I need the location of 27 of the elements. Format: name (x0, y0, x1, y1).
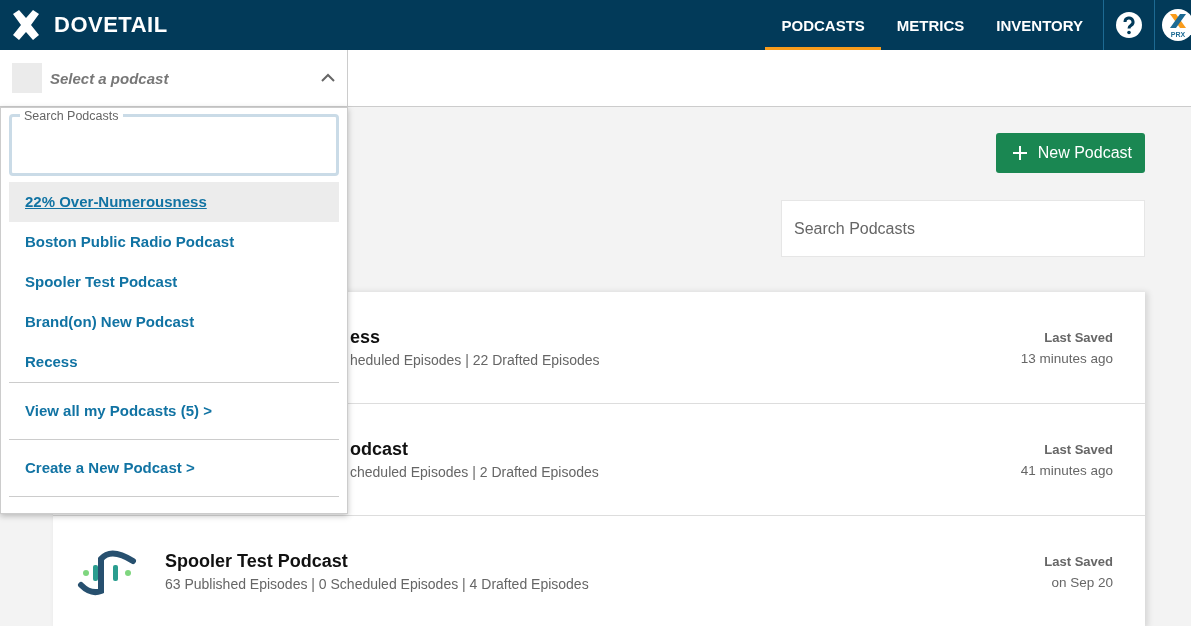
nav-tab[interactable]: INVENTORY (980, 0, 1099, 50)
plus-icon (1011, 145, 1028, 161)
last-saved-time: 41 minutes ago (1020, 462, 1113, 478)
last-saved-label: Last Saved (1044, 441, 1113, 457)
episode-counts: 63 Published Episodes | 0 Scheduled Episodes | 4 Drafted Episodes (165, 576, 590, 592)
help-icon[interactable] (1115, 11, 1143, 39)
logo-icon (10, 9, 42, 41)
last-saved-time: 13 minutes ago (1020, 350, 1113, 366)
episode-counts: cheduled Episodes | 2 Drafted Episodes (350, 464, 600, 480)
podcast-title: Spooler Test Podcast (165, 551, 349, 572)
search-field[interactable]: Search Podcasts (781, 200, 1145, 257)
podcast-card[interactable]: Spooler Test Podcast 63 Published Episodes | 0 Scheduled Episodes | 4 Drafted Episodes Last Saved on Sep 20 (53, 516, 1145, 626)
last-saved-label: Last Saved (1044, 553, 1113, 569)
menu-link[interactable]: View all my Podcasts (5) > (9, 382, 339, 439)
new-podcast-button[interactable]: New Podcast (995, 133, 1145, 173)
last-saved-label: Last Saved (1044, 329, 1113, 345)
field-label: Search Podcasts (20, 109, 123, 123)
podcast-menu-item[interactable]: Boston Public Radio Podcast (9, 222, 339, 262)
podcast-menu-item[interactable]: 22% Over-Numerousness (9, 182, 339, 222)
episode-counts: heduled Episodes | 22 Drafted Episodes (350, 352, 601, 368)
podcast-title: ess (350, 327, 382, 348)
nav-tab[interactable]: METRICS (880, 0, 981, 50)
last-saved-time: on Sep 20 (1051, 574, 1113, 590)
menu-link[interactable]: Create a New Podcast > (9, 439, 339, 496)
caret-icon (321, 73, 335, 83)
brand-name: DOVETAIL (54, 12, 168, 38)
podcast-title: odcast (350, 439, 410, 460)
